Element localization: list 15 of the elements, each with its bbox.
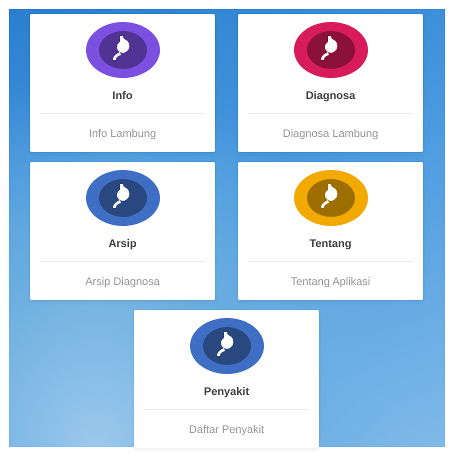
card-subtitle: Info Lambung xyxy=(88,126,156,142)
menu-card[interactable]: Penyakit Daftar Penyakit xyxy=(134,310,319,448)
card-title: Info xyxy=(112,89,133,104)
card-title: Tentang xyxy=(310,237,352,252)
card-subtitle: Daftar Penyakit xyxy=(188,422,264,438)
card-subtitle: Arsip Diagnosa xyxy=(85,274,160,290)
menu-card[interactable]: Info Info Lambung xyxy=(30,14,215,152)
card-subtitle: Tentang Aplikasi xyxy=(290,274,370,290)
card-title: Arsip xyxy=(108,237,137,252)
card-title: Penyakit xyxy=(204,385,250,400)
card-title: Diagnosa xyxy=(306,89,356,104)
menu-card[interactable]: Arsip Arsip Diagnosa xyxy=(30,162,215,300)
card-subtitle: Diagnosa Lambung xyxy=(282,126,378,142)
menu-card[interactable]: Diagnosa Diagnosa Lambung xyxy=(238,14,423,152)
menu-card[interactable]: Tentang Tentang Aplikasi xyxy=(238,162,423,300)
